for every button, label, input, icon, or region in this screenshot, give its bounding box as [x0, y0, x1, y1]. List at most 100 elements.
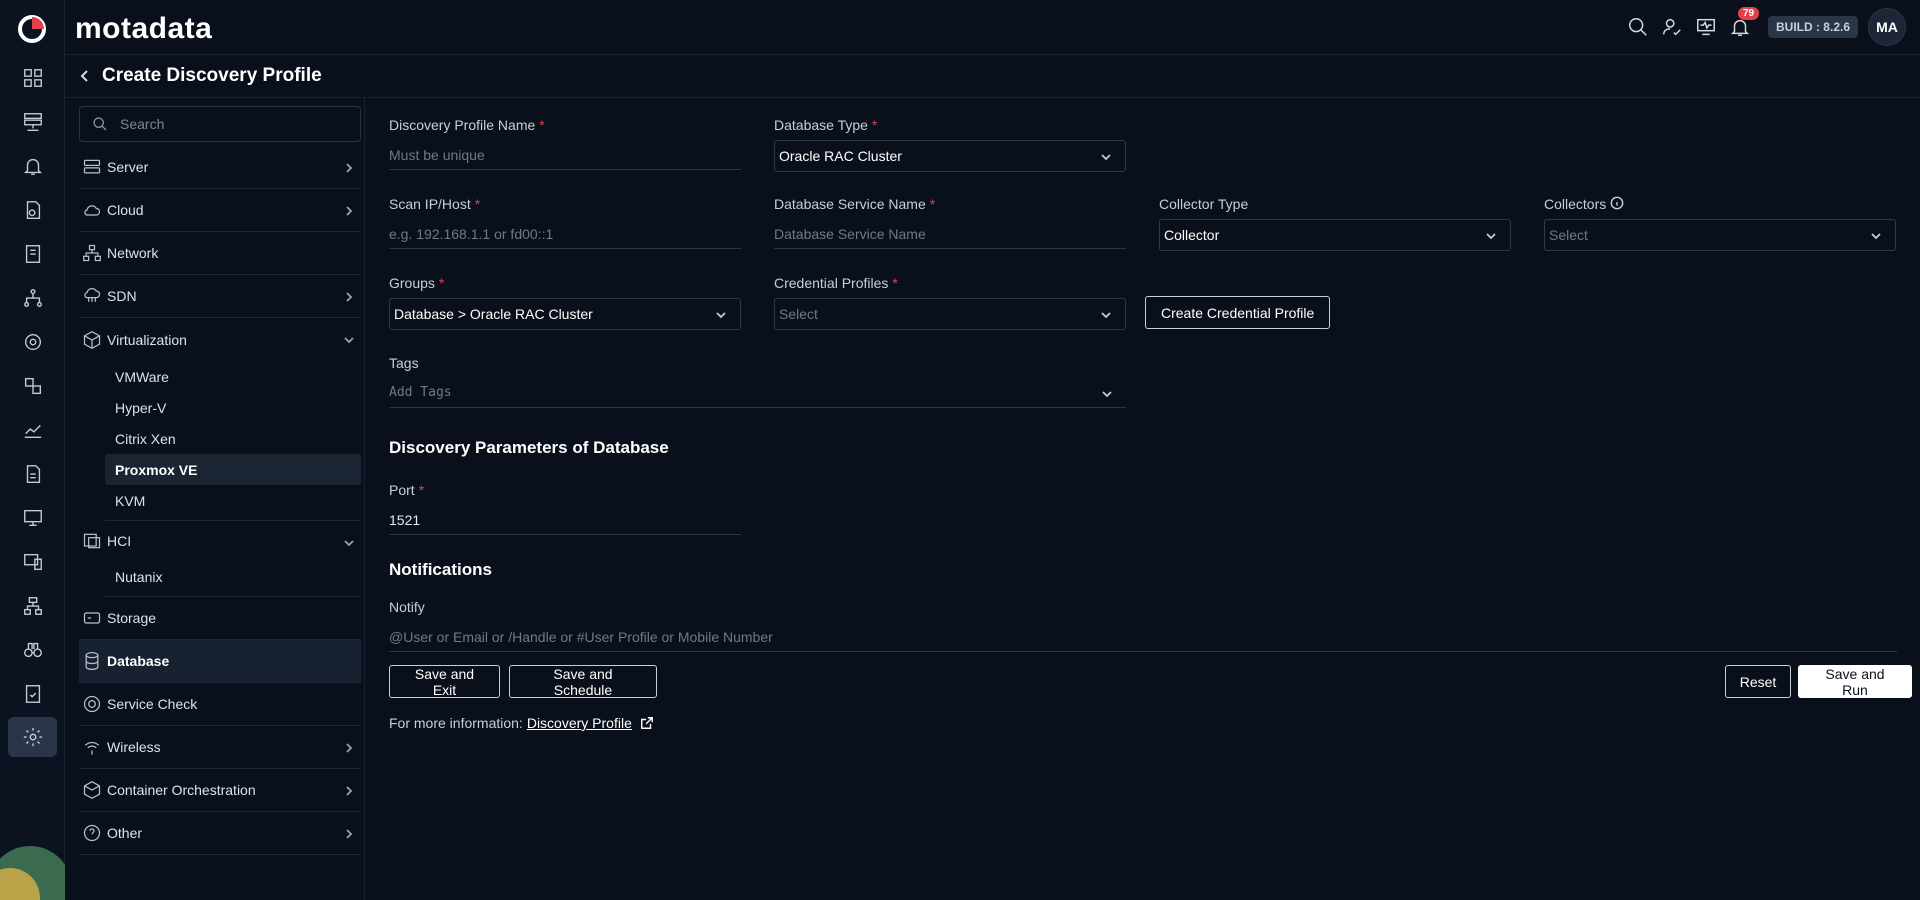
subcategory-kvm[interactable]: KVM — [105, 485, 361, 516]
category-label: Container Orchestration — [107, 782, 256, 798]
chevron-right-icon — [343, 161, 355, 173]
category-database[interactable]: Database — [79, 640, 361, 683]
monitor-pulse-icon[interactable] — [1694, 15, 1718, 39]
document-icon[interactable] — [8, 454, 57, 494]
subcategory-proxmox-ve[interactable]: Proxmox VE — [105, 454, 361, 485]
flow-icon[interactable] — [8, 322, 57, 362]
sdn-icon — [81, 285, 103, 307]
reset-button[interactable]: Reset — [1725, 665, 1791, 698]
profile-name-input[interactable]: Must be unique — [389, 140, 741, 170]
storage-icon — [81, 607, 103, 629]
port-input[interactable]: 1521 — [389, 505, 741, 535]
category-label: SDN — [107, 288, 137, 304]
tags-field: Tags Add Tags — [389, 353, 1126, 408]
chevron-down-icon — [1099, 308, 1113, 322]
topology-icon[interactable] — [8, 278, 57, 318]
tags-input[interactable]: Add Tags — [389, 378, 1126, 408]
user-check-icon[interactable] — [1660, 15, 1684, 39]
chevron-down-icon — [714, 308, 728, 322]
report-icon[interactable] — [8, 234, 57, 274]
chevron-down-icon — [1100, 387, 1114, 405]
subcategory-hyper-v[interactable]: Hyper-V — [105, 392, 361, 423]
tags-placeholder: Add Tags — [389, 385, 452, 400]
app-logo-icon[interactable] — [16, 13, 48, 45]
external-link-icon[interactable] — [640, 716, 654, 730]
cloud-icon — [81, 199, 103, 221]
dashboard-icon[interactable] — [8, 58, 57, 98]
category-other[interactable]: Other — [79, 812, 361, 855]
category-hci[interactable]: HCI — [79, 521, 361, 561]
database-type-select[interactable]: Oracle RAC Cluster — [774, 140, 1126, 172]
category-server[interactable]: Server — [79, 146, 361, 189]
scan-ip-field: Scan IP/Host * e.g. 192.168.1.1 or fd00::… — [389, 194, 741, 249]
monitor-icon[interactable] — [8, 498, 57, 538]
save-and-schedule-button[interactable]: Save and Schedule — [509, 665, 657, 698]
credential-profiles-select[interactable]: Select — [774, 298, 1126, 330]
inventory-icon[interactable] — [8, 102, 57, 142]
alert-bell-icon[interactable] — [8, 146, 57, 186]
binoculars-icon[interactable] — [8, 630, 57, 670]
chevron-down-icon — [1484, 229, 1498, 243]
brand-logo[interactable]: motadata — [75, 12, 212, 46]
category-label: Storage — [107, 610, 157, 626]
db-service-name-input[interactable]: Database Service Name — [774, 219, 1126, 249]
more-info-prefix: For more information: — [389, 715, 523, 731]
info-icon[interactable] — [1610, 196, 1624, 213]
collector-type-field: Collector Type Collector — [1159, 194, 1511, 251]
apps-icon[interactable] — [8, 366, 57, 406]
back-arrow-icon[interactable] — [70, 68, 100, 84]
category-wireless[interactable]: Wireless — [79, 726, 361, 769]
category-sidebar: Search Server Cloud Network SDN Virtuali… — [65, 98, 365, 900]
server-icon — [81, 156, 103, 178]
collectors-select[interactable]: Select — [1544, 219, 1896, 251]
audit-icon[interactable] — [8, 674, 57, 714]
category-virtualization[interactable]: Virtualization — [79, 318, 361, 361]
save-and-run-button[interactable]: Save and Run — [1798, 665, 1912, 698]
database-type-field: Database Type * Oracle RAC Cluster — [774, 115, 1126, 172]
category-sdn[interactable]: SDN — [79, 275, 361, 318]
user-avatar[interactable]: MA — [1868, 8, 1906, 46]
select-placeholder: Select — [779, 306, 818, 322]
search-icon[interactable] — [1626, 15, 1650, 39]
db-service-name-field: Database Service Name * Database Service … — [774, 194, 1126, 249]
save-and-exit-button[interactable]: Save and Exit — [389, 665, 500, 698]
category-service-check[interactable]: Service Check — [79, 683, 361, 726]
field-label: Groups — [389, 275, 435, 291]
hci-sublist: Nutanix — [105, 561, 361, 597]
subcategory-vmware[interactable]: VMWare — [105, 361, 361, 392]
chevron-right-icon — [343, 204, 355, 216]
network-icon — [81, 242, 103, 264]
create-credential-profile-button[interactable]: Create Credential Profile — [1145, 296, 1331, 329]
metrics-icon[interactable] — [8, 410, 57, 450]
category-label: Server — [107, 159, 149, 175]
category-network[interactable]: Network — [79, 232, 361, 275]
discovery-profile-docs-link[interactable]: Discovery Profile — [527, 715, 632, 731]
devices-icon[interactable] — [8, 542, 57, 582]
select-value: Collector — [1164, 227, 1220, 243]
category-storage[interactable]: Storage — [79, 597, 361, 640]
subcategory-nutanix[interactable]: Nutanix — [105, 561, 361, 592]
discovery-parameters-heading: Discovery Parameters of Database — [389, 438, 669, 457]
workflow-icon[interactable] — [8, 586, 57, 626]
collector-type-select[interactable]: Collector — [1159, 219, 1511, 251]
wireless-icon — [81, 736, 103, 758]
notify-input[interactable]: @User or Email or /Handle or #User Profi… — [389, 622, 1897, 652]
search-icon — [93, 117, 107, 131]
groups-select[interactable]: Database > Oracle RAC Cluster — [389, 298, 741, 330]
category-cloud[interactable]: Cloud — [79, 189, 361, 232]
profile-name-field: Discovery Profile Name * Must be unique — [389, 115, 741, 170]
category-search-input[interactable]: Search — [79, 106, 361, 142]
top-bar: motadata 79 BUILD : 8.2.6 MA — [65, 0, 1920, 55]
field-label: Port — [389, 482, 415, 498]
settings-gear-icon[interactable] — [8, 717, 57, 757]
category-label: Virtualization — [107, 331, 187, 348]
notification-bell-icon[interactable]: 79 — [1728, 7, 1760, 39]
subcategory-citrix-xen[interactable]: Citrix Xen — [105, 423, 361, 454]
field-label: Collector Type — [1159, 196, 1249, 212]
scan-ip-input[interactable]: e.g. 192.168.1.1 or fd00::1 — [389, 219, 741, 249]
field-label: Scan IP/Host — [389, 196, 471, 212]
hci-icon — [81, 530, 103, 552]
log-icon[interactable] — [8, 190, 57, 230]
category-container-orchestration[interactable]: Container Orchestration — [79, 769, 361, 812]
category-label: Network — [107, 245, 159, 261]
